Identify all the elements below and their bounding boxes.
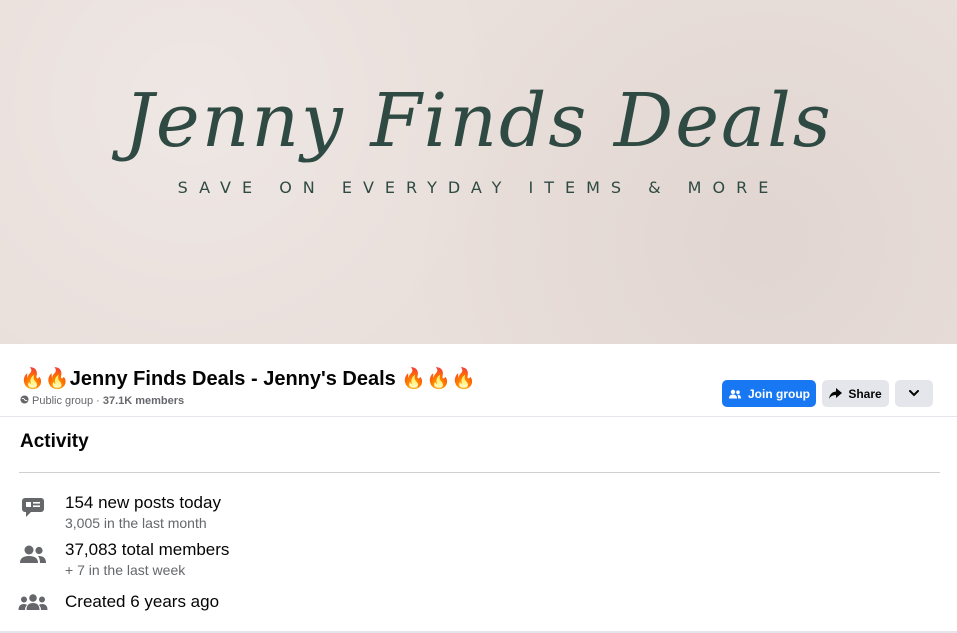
join-group-label: Join group: [748, 386, 810, 401]
activity-item-main: 37,083 total members: [65, 540, 230, 559]
member-count-link[interactable]: 37.1K members: [103, 395, 184, 407]
group-title[interactable]: 🔥🔥Jenny Finds Deals - Jenny's Deals 🔥🔥🔥: [20, 366, 476, 391]
share-arrow-icon: [829, 388, 843, 399]
meta-separator: ·: [96, 395, 100, 407]
join-group-button[interactable]: Join group: [722, 380, 816, 407]
globe-icon: [20, 395, 29, 407]
group-meta: Public group · 37.1K members: [20, 395, 184, 407]
chevron-down-icon: [909, 390, 919, 397]
group-icon: [18, 590, 48, 614]
group-header: 🔥🔥Jenny Finds Deals - Jenny's Deals 🔥🔥🔥 …: [0, 344, 957, 417]
activity-heading: Activity: [20, 431, 89, 452]
activity-item-sub: 3,005 in the last month: [65, 515, 207, 531]
activity-divider: [19, 472, 940, 473]
cover-photo[interactable]: Jenny Finds Deals SAVE ON EVERYDAY ITEMS…: [0, 0, 957, 344]
activity-card: Activity 154 new posts today 3,005 in th…: [0, 417, 957, 633]
cover-texture: [0, 0, 957, 344]
activity-item-main: 154 new posts today: [65, 493, 221, 512]
join-group-icon: [728, 389, 742, 399]
share-button[interactable]: Share: [822, 380, 889, 407]
cover-title: Jenny Finds Deals: [124, 78, 833, 164]
members-icon: [18, 542, 48, 566]
more-options-button[interactable]: [895, 380, 933, 407]
activity-item-main: Created 6 years ago: [65, 592, 220, 611]
share-label: Share: [848, 386, 882, 401]
cover-tagline: SAVE ON EVERYDAY ITEMS & MORE: [177, 178, 780, 197]
activity-item-sub: + 7 in the last week: [65, 562, 186, 578]
privacy-label[interactable]: Public group: [32, 395, 93, 407]
chat-bubble-icon: [18, 495, 48, 519]
